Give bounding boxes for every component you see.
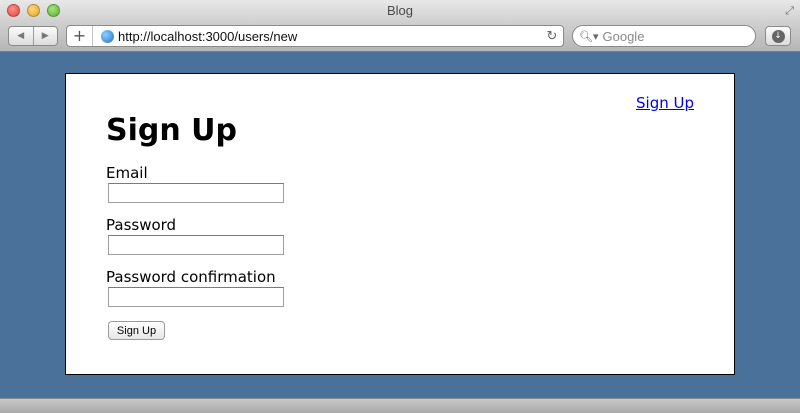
fullscreen-icon[interactable]: ⤢ (785, 4, 794, 18)
search-icon[interactable]: 🔍︎▾ (579, 30, 599, 43)
password-confirmation-label: Password confirmation (106, 268, 276, 286)
downloads-button[interactable]: ↓ (765, 26, 791, 46)
search-input[interactable] (602, 28, 753, 44)
window-titlebar: Blog ⤢ (0, 0, 800, 22)
password-field[interactable] (108, 235, 284, 255)
address-bar[interactable]: + http://localhost:3000/users/new ↻ (66, 25, 564, 47)
minimize-window-button[interactable] (27, 4, 40, 17)
page-container: Sign Up Sign Up Email Password Password … (65, 73, 735, 375)
status-bar (0, 398, 800, 413)
window-title: Blog (386, 3, 414, 18)
password-label: Password (106, 216, 177, 234)
download-icon: ↓ (771, 29, 785, 43)
globe-icon (101, 29, 114, 43)
sign-up-link[interactable]: Sign Up (636, 94, 694, 112)
reload-icon[interactable]: ↻ (541, 29, 563, 44)
back-button[interactable]: ◀ (9, 27, 33, 45)
search-field[interactable]: 🔍︎▾ (572, 25, 756, 47)
password-confirmation-field[interactable] (108, 287, 284, 307)
page-title: Sign Up (106, 113, 238, 148)
add-bookmark-icon[interactable]: + (67, 26, 93, 46)
url-text[interactable]: http://localhost:3000/users/new (118, 29, 541, 44)
forward-button[interactable]: ▶ (32, 27, 58, 45)
browser-toolbar: ◀ ▶ + http://localhost:3000/users/new ↻ … (0, 22, 800, 52)
history-nav: ◀ ▶ (8, 26, 58, 46)
email-label: Email (106, 164, 148, 182)
email-field[interactable] (108, 183, 284, 203)
sign-up-button[interactable]: Sign Up (108, 321, 165, 340)
zoom-window-button[interactable] (47, 4, 60, 17)
close-window-button[interactable] (7, 4, 20, 17)
